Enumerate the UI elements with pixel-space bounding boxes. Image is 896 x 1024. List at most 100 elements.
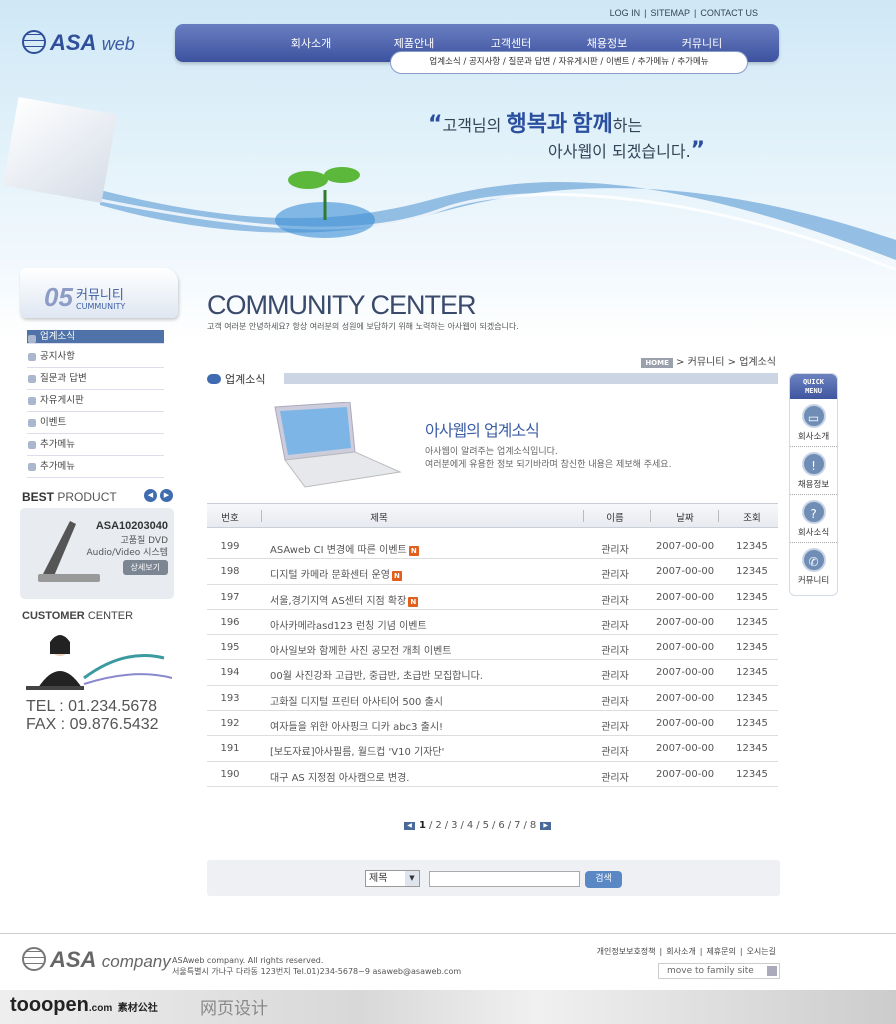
prev-page-icon[interactable]: ◀ xyxy=(404,821,415,830)
water-wave-graphic xyxy=(100,182,896,270)
search-field-select[interactable]: 제목 ▼ xyxy=(365,870,420,887)
row-author: 관리자 xyxy=(601,620,629,632)
row-views: 12345 xyxy=(736,642,768,654)
search-button[interactable]: 검색 xyxy=(585,871,622,888)
next-page-icon[interactable]: ▶ xyxy=(540,821,552,830)
subnav-item[interactable]: 이벤트 xyxy=(606,57,629,67)
page-link[interactable]: 2 xyxy=(435,820,441,831)
page-link[interactable]: 8 xyxy=(530,820,536,831)
row-author: 관리자 xyxy=(601,747,629,759)
col-name: 이름 xyxy=(606,513,624,524)
row-views: 12345 xyxy=(736,667,768,679)
quick-news[interactable]: ? 회사소식 xyxy=(790,495,837,543)
sidebar-item-extra[interactable]: 추가메뉴 xyxy=(27,436,164,456)
row-title-link[interactable]: 여자들을 위한 아사핑크 디카 abc3 출시! xyxy=(270,718,443,733)
subnav-item[interactable]: 추가메뉴 xyxy=(677,57,708,67)
page-link[interactable]: 5 xyxy=(483,820,489,831)
row-number: 197 xyxy=(220,591,240,603)
sprout-bubble-image xyxy=(275,167,375,238)
footer-link-directions[interactable]: 오시는길 xyxy=(747,947,776,956)
subnav-item[interactable]: 업계소식 xyxy=(429,57,460,67)
nav-products[interactable]: 제품안내 xyxy=(394,35,434,51)
footer-link-privacy[interactable]: 개인정보보호정책 xyxy=(597,947,656,956)
row-views: 12345 xyxy=(736,591,768,603)
page-link[interactable]: 7 xyxy=(514,820,520,831)
contact-link[interactable]: CONTACT US xyxy=(700,8,758,18)
subnav-item[interactable]: 질문과 답변 xyxy=(509,57,551,67)
site-logo[interactable]: ASA web xyxy=(22,30,135,56)
table-row[interactable]: 192 여자들을 위한 아사핑크 디카 abc3 출시! 관리자 2007-00-00… xyxy=(207,711,778,737)
customer-agent-image xyxy=(26,635,173,690)
best-product-card: ASA10203040 고품질 DVD Audio/Video 시스템 상세보기 xyxy=(20,508,174,599)
subnav-item[interactable]: 공지사항 xyxy=(469,57,500,67)
table-row[interactable]: 190 대구 AS 지정점 아사캠으로 변경. 관리자 2007-00-00 12345 xyxy=(207,762,778,787)
page-link[interactable]: 6 xyxy=(498,820,504,831)
sidebar-item-notice[interactable]: 공지사항 xyxy=(27,348,164,368)
row-title-link[interactable]: 디지털 카메라 문화센터 운영 N xyxy=(270,566,402,582)
table-row[interactable]: 191 [보도자료]아사필름, 월드컵 'V10 기자단' 관리자 2007-00-0… xyxy=(207,736,778,762)
pagination: ◀ 1/2/3/4/5/6/7/8 ▶ xyxy=(404,820,552,831)
quick-menu-title: QUICK MENU xyxy=(790,374,837,399)
breadcrumb-item: 업계소식 xyxy=(739,357,776,368)
nav-company[interactable]: 회사소개 xyxy=(291,35,331,51)
page-link[interactable]: 1 xyxy=(419,820,426,831)
footer-link-company[interactable]: 회사소개 xyxy=(666,947,695,956)
watermark-bar: tooopen.com 素材公社 网页设计 xyxy=(0,990,896,1024)
row-date: 2007-00-00 xyxy=(655,566,715,578)
row-title-link[interactable]: 아사카메라asd123 런칭 기념 이벤트 xyxy=(270,617,427,632)
table-row[interactable]: 198 디지털 카메라 문화센터 운영 N 관리자 2007-00-00 12345 xyxy=(207,559,778,585)
table-row[interactable]: 199 ASAweb CI 변경에 따른 이벤트 N 관리자 2007-00-00 123… xyxy=(207,534,778,560)
sidebar-title: 05 커뮤니티 CUMMUNITY xyxy=(20,268,178,318)
table-row[interactable]: 197 서울,경기지역 AS센터 지점 확장 N 관리자 2007-00-00 12345 xyxy=(207,585,778,610)
sitemap-link[interactable]: SITEMAP xyxy=(650,8,690,18)
table-row[interactable]: 195 아사일보와 함께한 사진 공모전 개최 이벤트 관리자 2007-00-00 1… xyxy=(207,635,778,661)
breadcrumb-item[interactable]: 커뮤니티 xyxy=(688,357,725,368)
prev-arrow-icon[interactable]: ◀ xyxy=(144,489,157,502)
next-arrow-icon[interactable]: ▶ xyxy=(160,489,173,502)
subnav-item[interactable]: 추가메뉴 xyxy=(638,57,669,67)
row-views: 12345 xyxy=(736,692,768,704)
monitor-icon: ▭ xyxy=(801,404,826,428)
search-input[interactable] xyxy=(429,871,580,887)
row-title-link[interactable]: 서울,경기지역 AS센터 지점 확장 N xyxy=(270,592,419,607)
row-author: 관리자 xyxy=(601,595,629,607)
nav-support[interactable]: 고객센터 xyxy=(491,35,531,51)
family-site-select[interactable]: move to family site xyxy=(658,963,780,979)
quick-company[interactable]: ▭ 회사소개 xyxy=(790,399,837,447)
footer-copyright: ASAweb company. All rights reserved. 서울특별… xyxy=(172,956,462,976)
detail-button[interactable]: 상세보기 xyxy=(122,560,168,575)
row-title-link[interactable]: ASAweb CI 변경에 따른 이벤트 N xyxy=(270,541,419,556)
row-date: 2007-00-00 xyxy=(655,591,715,603)
section-title: 업계소식 xyxy=(207,371,265,387)
table-row[interactable]: 194 00월 사진강좌 고급반, 중급반, 초급반 모집합니다. 관리자 2007-… xyxy=(207,660,778,686)
quick-community[interactable]: ✆ 커뮤니티 xyxy=(790,543,837,591)
row-date: 2007-00-00 xyxy=(655,667,715,679)
login-link[interactable]: LOG IN xyxy=(610,8,641,18)
table-row[interactable]: 196 아사카메라asd123 런칭 기념 이벤트 관리자 2007-00-00 123… xyxy=(207,610,778,636)
subnav-item[interactable]: 자유게시판 xyxy=(559,57,598,67)
breadcrumb-home[interactable]: HOME xyxy=(641,358,673,368)
row-views: 12345 xyxy=(736,718,768,730)
row-date: 2007-00-00 xyxy=(655,616,715,628)
sidebar-item-industry-news[interactable]: 업계소식 xyxy=(27,330,164,344)
page-link[interactable]: 4 xyxy=(467,820,473,831)
sidebar-item-extra[interactable]: 추가메뉴 xyxy=(27,458,164,478)
quick-careers[interactable]: ! 채용정보 xyxy=(790,447,837,495)
page-separator: / xyxy=(507,820,512,831)
page-separator: / xyxy=(460,820,464,831)
row-title-link[interactable]: 아사일보와 함께한 사진 공모전 개최 이벤트 xyxy=(270,642,452,657)
page-link[interactable]: 3 xyxy=(451,820,457,831)
footer-link-partner[interactable]: 제휴문의 xyxy=(706,947,735,956)
sidebar-item-board[interactable]: 자유게시판 xyxy=(27,392,164,412)
table-row[interactable]: 193 고화질 디지털 프린터 아사티어 500 출시 관리자 2007-00-00 1… xyxy=(207,686,778,712)
row-title-link[interactable]: 고화질 디지털 프린터 아사티어 500 출시 xyxy=(270,693,443,708)
sidebar-item-event[interactable]: 이벤트 xyxy=(27,414,164,434)
news-table: 번호 제목 이름 날짜 조회 199 ASAweb CI 변경에 따른 이벤트 N 관… xyxy=(207,503,778,787)
row-title-link[interactable]: 00월 사진강좌 고급반, 중급반, 초급반 모집합니다. xyxy=(270,667,483,682)
row-title-link[interactable]: [보도자료]아사필름, 월드컵 'V10 기자단' xyxy=(270,743,444,758)
nav-community[interactable]: 커뮤니티 xyxy=(682,35,722,51)
sidebar-item-qna[interactable]: 질문과 답변 xyxy=(27,370,164,390)
page-separator: / xyxy=(476,820,480,831)
nav-careers[interactable]: 채용정보 xyxy=(587,35,627,51)
row-title-link[interactable]: 대구 AS 지정점 아사캠으로 변경. xyxy=(270,769,409,784)
